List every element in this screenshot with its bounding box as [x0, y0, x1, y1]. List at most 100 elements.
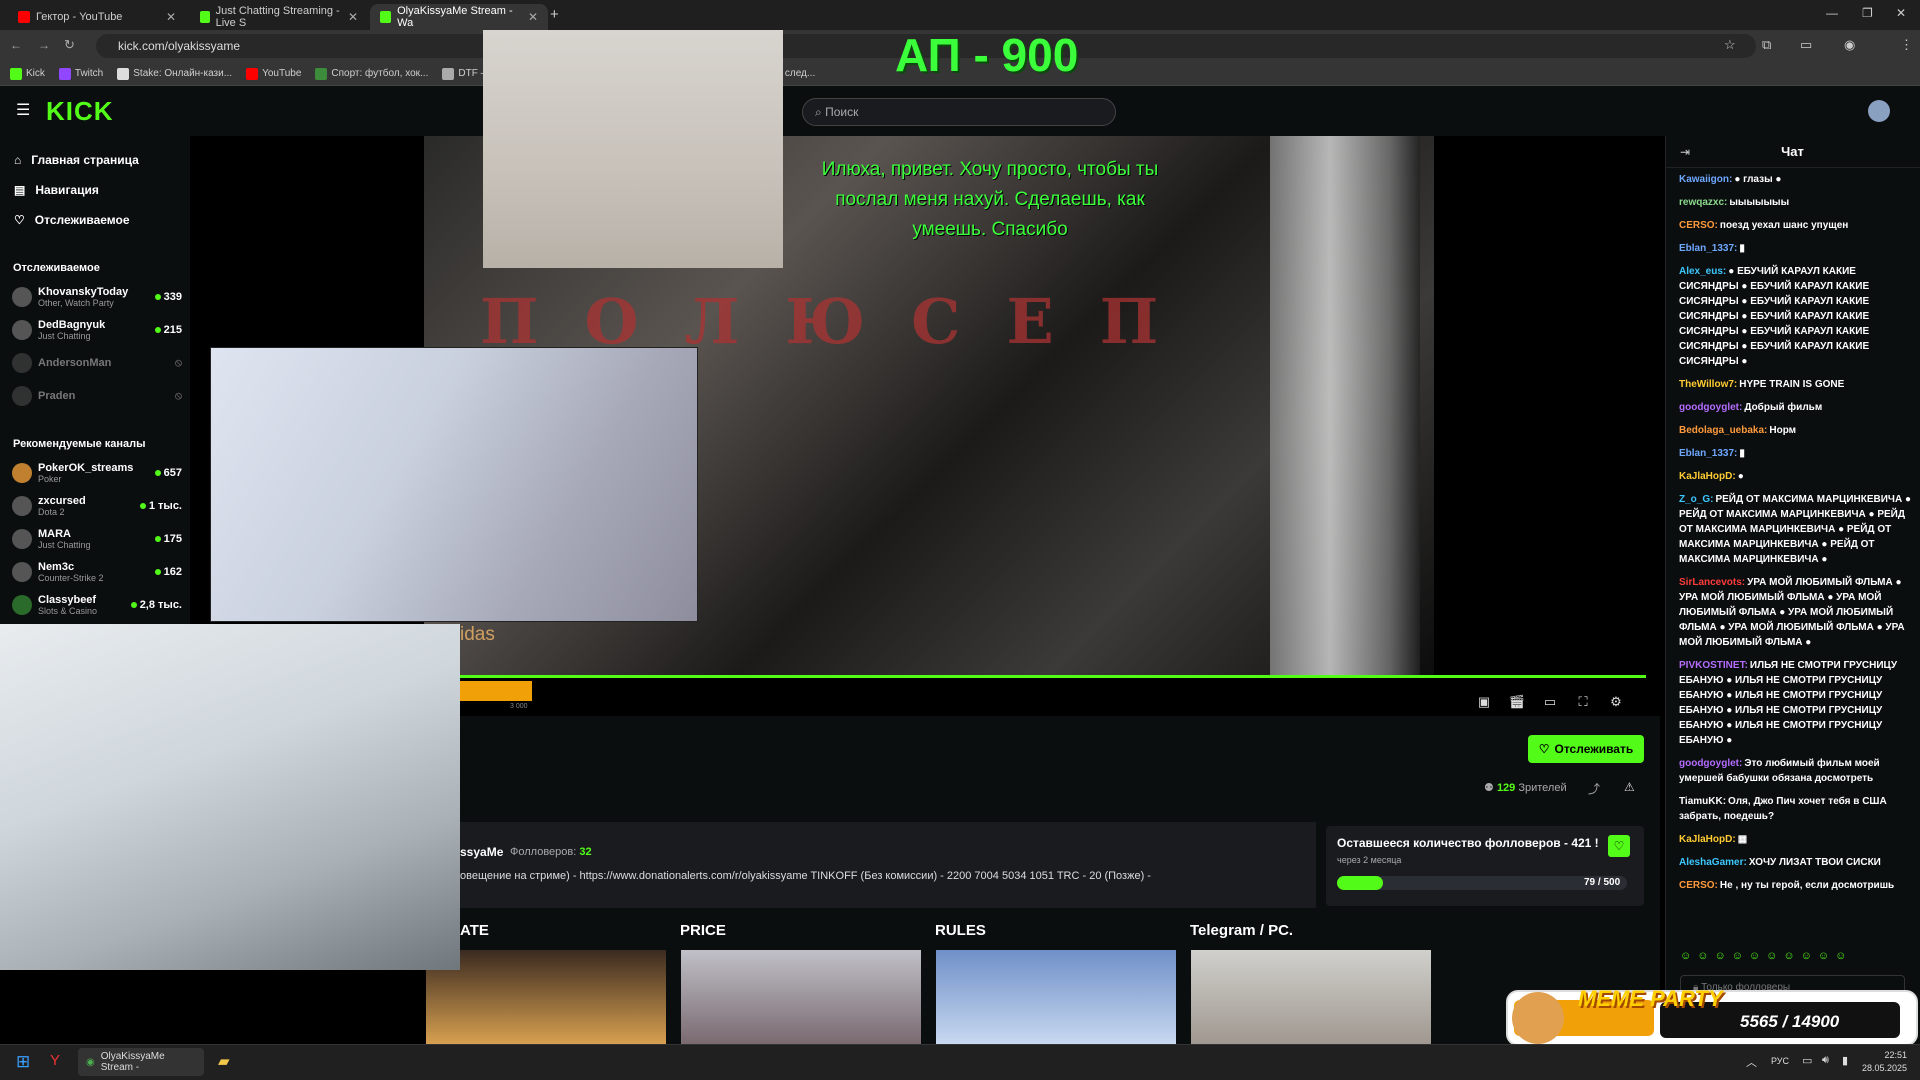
chat-username[interactable]: Kawaiigon:: [1679, 174, 1732, 185]
forward-icon[interactable]: →: [38, 38, 50, 52]
chat-username[interactable]: Alex_eus:: [1679, 266, 1726, 277]
goal-title: Оставшееся количество фолловеров - 421 !: [1337, 836, 1599, 850]
pip-icon[interactable]: ▣: [1474, 694, 1494, 710]
bookmark-item[interactable]: Stake: Онлайн-кази...: [117, 67, 232, 80]
new-tab-button[interactable]: +: [550, 6, 559, 23]
reload-icon[interactable]: ↻: [64, 37, 75, 53]
sidebar-channel[interactable]: Nem3c Counter-Strike 2 162: [12, 557, 182, 587]
panel-image[interactable]: [681, 950, 921, 1044]
close-icon[interactable]: ✕: [166, 10, 176, 24]
profile-icon[interactable]: ◉: [1844, 37, 1855, 53]
browser-tab[interactable]: Just Chatting Streaming - Live S ✕: [190, 4, 368, 30]
sidebar-channel[interactable]: DedBagnyuk Just Chatting 215: [12, 315, 182, 345]
chat-username[interactable]: AleshaGamer:: [1679, 857, 1747, 868]
kick-logo[interactable]: KICK: [46, 96, 114, 127]
avatar: [12, 562, 32, 582]
chat-username[interactable]: rewqazxc:: [1679, 197, 1727, 208]
windows-start-icon[interactable]: ⊞: [16, 1052, 30, 1072]
theater-mode-icon[interactable]: ▭: [1540, 694, 1560, 710]
nav-following[interactable]: ♡ Отслеживаемое: [14, 213, 130, 227]
chat-username[interactable]: KaJlaHopD:: [1679, 471, 1736, 482]
browser-tab-active[interactable]: OlyaKissyaMe Stream - Wa ✕: [370, 4, 548, 30]
chat-username[interactable]: CERSO:: [1679, 880, 1718, 891]
share-icon[interactable]: ⤴: [1588, 780, 1600, 797]
clock[interactable]: 22:51 28.05.2025: [1862, 1049, 1907, 1075]
sidebar-channel-offline[interactable]: Praden ⦸: [12, 381, 182, 411]
close-icon[interactable]: ✕: [528, 10, 538, 24]
sidebar-icon[interactable]: ▭: [1800, 37, 1812, 53]
sidebar-channel[interactable]: Classybeef Slots & Casino 2,8 тыс.: [12, 590, 182, 620]
panel-image[interactable]: [426, 950, 666, 1044]
home-icon: ⌂: [14, 153, 22, 167]
chat-text: Добрый фильм: [1744, 402, 1823, 413]
bookmark-item[interactable]: YouTube: [246, 67, 301, 80]
chat-username[interactable]: SirLancevots:: [1679, 577, 1745, 588]
chat-username[interactable]: Z_o_G:: [1679, 494, 1713, 505]
collapse-chat-icon[interactable]: ⇥: [1680, 145, 1690, 159]
sidebar-channel[interactable]: zxcursed Dota 2 1 тыс.: [12, 491, 182, 521]
sidebar-channel[interactable]: MARA Just Chatting 175: [12, 524, 182, 554]
chat-username[interactable]: PIVKOSTINET:: [1679, 660, 1748, 671]
chat-username[interactable]: Eblan_1337:: [1679, 448, 1737, 459]
ticker-text: idas: [460, 624, 495, 645]
sidebar-channel[interactable]: PokerOK_streams Poker 657: [12, 458, 182, 488]
video-progress-bar[interactable]: [460, 675, 1646, 678]
stream-overlay-photo: [483, 30, 783, 268]
back-icon[interactable]: ←: [10, 38, 22, 52]
emote-row[interactable]: ☺☺☺☺☺☺☺☺☺☺: [1680, 950, 1852, 962]
chat-username[interactable]: goodgoyglet:: [1679, 402, 1742, 413]
hamburger-menu-icon[interactable]: ☰: [16, 100, 30, 120]
menu-icon[interactable]: ⋮: [1900, 37, 1913, 53]
battery-icon[interactable]: ▮: [1842, 1054, 1848, 1067]
avatar: [12, 386, 32, 406]
restore-icon[interactable]: ❐: [1862, 6, 1873, 20]
nav-home[interactable]: ⌂ Главная страница: [14, 153, 139, 167]
search-input[interactable]: ⌕ Поиск: [802, 98, 1116, 126]
chat-text: ыыыыыыы: [1729, 197, 1790, 208]
viewer-count: 1 тыс.: [139, 500, 182, 512]
chat-username[interactable]: TheWillow7:: [1679, 379, 1737, 390]
browser-tab[interactable]: Гектор - YouTube ✕: [8, 4, 186, 30]
viewer-count: ⚉ 129 Зрителей: [1484, 782, 1567, 794]
chat-username[interactable]: Eblan_1337:: [1679, 243, 1737, 254]
sidebar-channel-offline[interactable]: AndersonMan ⦸: [12, 348, 182, 378]
chevron-up-icon[interactable]: ︿: [1746, 1054, 1757, 1070]
chat-text: ▮: [1739, 448, 1745, 459]
tab-title: Just Chatting Streaming - Live S: [215, 5, 340, 29]
chat-username[interactable]: CERSO:: [1679, 220, 1718, 231]
folder-icon[interactable]: ▰: [218, 1052, 230, 1070]
bookmark-item[interactable]: Kick: [10, 67, 45, 80]
chat-username[interactable]: KaJlaHopD:: [1679, 834, 1736, 845]
report-icon[interactable]: ⚠: [1624, 780, 1635, 794]
chat-username[interactable]: Bedolaga_uebaka:: [1679, 425, 1767, 436]
bookmark-star-icon[interactable]: ☆: [1724, 37, 1736, 53]
chat-username[interactable]: TiamuKK:: [1679, 796, 1726, 807]
clip-icon[interactable]: 🎬︎: [1507, 694, 1527, 710]
close-icon[interactable]: ✕: [348, 10, 358, 24]
bookmark-item[interactable]: Спорт: футбол, хок...: [315, 67, 428, 80]
panel-image[interactable]: [936, 950, 1176, 1044]
follow-button[interactable]: ♡ Отслеживать: [1528, 735, 1644, 763]
bookmark-item[interactable]: след...: [785, 68, 815, 79]
minimize-icon[interactable]: —: [1826, 6, 1838, 20]
chat-message: Eblan_1337: ▮: [1679, 446, 1911, 461]
yandex-icon[interactable]: Y: [50, 1052, 60, 1069]
settings-gear-icon[interactable]: ⚙: [1606, 694, 1626, 710]
fullscreen-icon[interactable]: ⛶: [1573, 694, 1593, 710]
bookmark-item[interactable]: Twitch: [58, 67, 103, 80]
monitor-icon[interactable]: ▭: [1802, 1054, 1812, 1067]
panel-image[interactable]: [1191, 950, 1431, 1044]
heart-icon[interactable]: ♡: [1608, 835, 1630, 857]
nav-browse[interactable]: ▤ Навигация: [14, 183, 99, 197]
avatar[interactable]: [1868, 100, 1890, 122]
close-window-icon[interactable]: ✕: [1896, 6, 1906, 20]
volume-icon[interactable]: 🔊︎: [1822, 1054, 1829, 1067]
chat-username[interactable]: goodgoyglet:: [1679, 758, 1742, 769]
followers-count: Фолловеров: 32: [510, 846, 592, 858]
chat-text: ● глазы ●: [1734, 174, 1782, 185]
sidebar-channel[interactable]: KhovanskyToday Other, Watch Party 339: [12, 282, 182, 312]
language-indicator[interactable]: РУС: [1771, 1056, 1789, 1066]
taskbar-app-chrome[interactable]: ◉ OlyaKissyaMe Stream -: [78, 1048, 204, 1076]
channel-name[interactable]: ssyaMe: [460, 845, 503, 859]
extensions-icon[interactable]: ⧉: [1762, 37, 1771, 53]
